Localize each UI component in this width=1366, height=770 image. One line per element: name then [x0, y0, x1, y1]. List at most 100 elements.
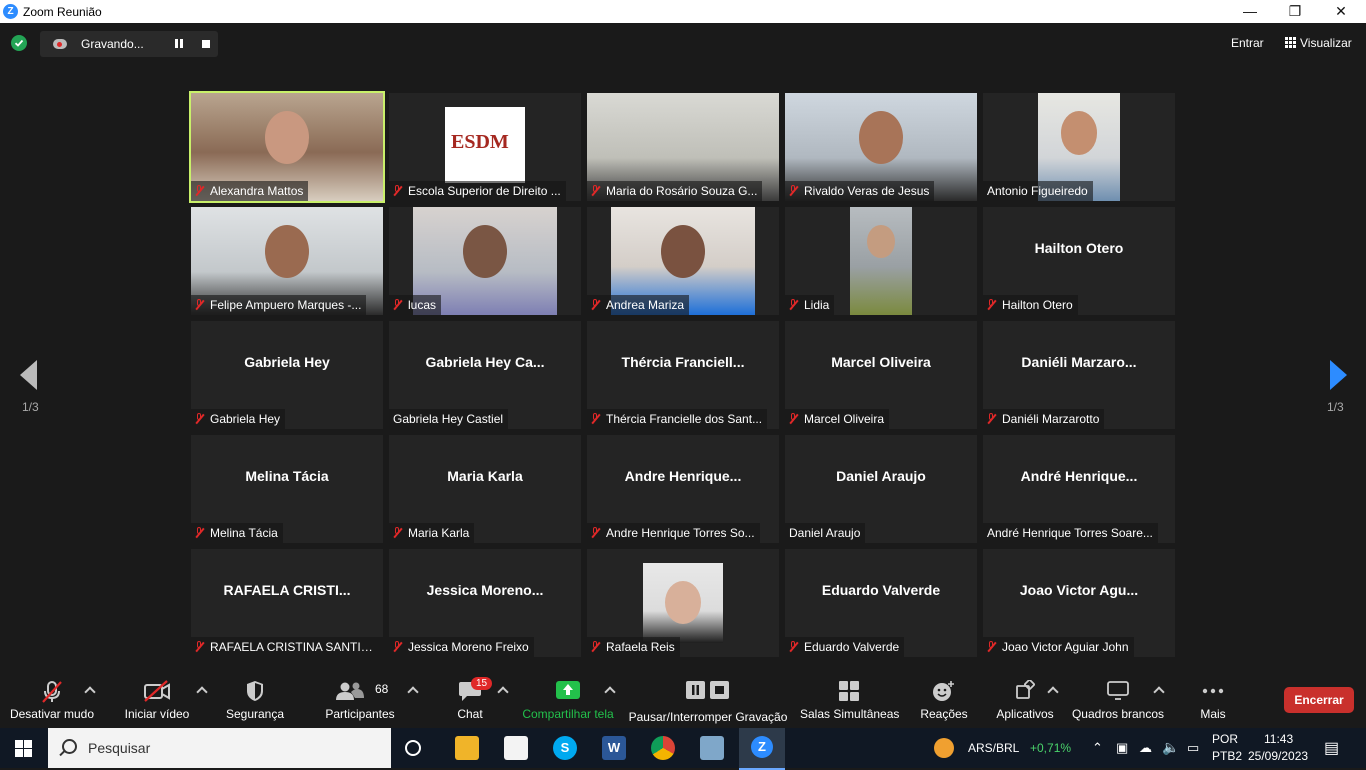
window-titlebar: Z Zoom Reunião — ❐ ✕	[0, 0, 1366, 23]
participant-display-name: RAFAELA CRISTI...	[223, 582, 351, 598]
participant-name: Gabriela Hey Castiel	[393, 412, 504, 426]
participant-tile[interactable]: RAFAELA CRISTI... RAFAELA CRISTINA SANTIA…	[191, 549, 383, 657]
participant-tile[interactable]: Eduardo Valverde Eduardo Valverde	[785, 549, 977, 657]
participant-tile[interactable]: Daniéli Marzaro... Daniéli Marzarotto	[983, 321, 1175, 429]
maximize-button[interactable]: ❐	[1272, 0, 1318, 23]
unmute-button[interactable]: Desativar mudo	[0, 670, 104, 728]
muted-mic-icon	[195, 413, 204, 424]
participant-name: Melina Tácia	[210, 526, 278, 540]
next-page-arrow-icon[interactable]	[1330, 360, 1347, 390]
chat-button[interactable]: 15 Chat	[440, 670, 500, 728]
reactions-button[interactable]: Reações	[915, 670, 973, 728]
participant-tile[interactable]: André Henrique... André Henrique Torres S…	[983, 435, 1175, 543]
participant-tile[interactable]: Lidia	[785, 207, 977, 315]
keyboard-layout[interactable]: PTB2	[1212, 749, 1242, 763]
enter-button[interactable]: Entrar	[1231, 36, 1264, 50]
security-shield-icon	[247, 681, 263, 701]
whiteboards-label: Quadros brancos	[1071, 707, 1165, 721]
participant-display-name: Gabriela Hey	[244, 354, 330, 370]
start-video-button[interactable]: Iniciar vídeo	[112, 670, 202, 728]
whiteboards-button[interactable]: Quadros brancos	[1068, 670, 1168, 728]
participant-display-name: Marcel Oliveira	[831, 354, 931, 370]
participant-name-label: Alexandra Mattos	[191, 181, 309, 201]
view-button[interactable]: Visualizar	[1285, 36, 1352, 50]
unmute-label: Desativar mudo	[9, 707, 95, 721]
reactions-label: Reações	[920, 707, 968, 721]
participant-tile[interactable]: Rafaela Reis	[587, 549, 779, 657]
media-app-icon[interactable]	[504, 736, 528, 760]
participant-tile[interactable]: Joao Victor Agu... Joao Victor Aguiar Joh…	[983, 549, 1175, 657]
search-placeholder: Pesquisar	[88, 740, 151, 756]
security-button[interactable]: Segurança	[220, 670, 290, 728]
share-screen-button[interactable]: Compartilhar tela	[518, 670, 618, 728]
pause-recording-icon[interactable]	[175, 39, 184, 49]
stop-recording-icon[interactable]	[202, 40, 210, 48]
participants-options-caret-icon[interactable]	[407, 686, 419, 698]
participant-tile[interactable]: Antonio Figueiredo	[983, 93, 1175, 201]
participant-name-label: Hailton Otero	[983, 295, 1078, 315]
pause-stop-recording-button[interactable]: Pausar/Interromper Gravação	[628, 670, 788, 728]
tray-chevron-icon[interactable]: ⌃	[1092, 740, 1103, 756]
participant-tile[interactable]: Gabriela Hey Gabriela Hey	[191, 321, 383, 429]
participant-face	[859, 111, 903, 164]
task-view-icon[interactable]	[405, 740, 421, 756]
participant-tile[interactable]: Melina Tácia Melina Tácia	[191, 435, 383, 543]
close-button[interactable]: ✕	[1318, 0, 1364, 23]
participants-button[interactable]: 68 Participantes	[322, 670, 398, 728]
encryption-shield-icon[interactable]	[11, 35, 27, 51]
breakout-rooms-button[interactable]: Salas Simultâneas	[800, 670, 900, 728]
participant-name-label: Joao Victor Aguiar John	[983, 637, 1134, 657]
participant-tile[interactable]: Alexandra Mattos	[189, 91, 385, 203]
cloud-recording-icon	[53, 39, 67, 49]
participant-tile[interactable]: Andrea Mariza	[587, 207, 779, 315]
clock-date[interactable]: 25/09/2023	[1248, 749, 1308, 763]
participant-name-label: Thércia Francielle dos Sant...	[587, 409, 768, 429]
windows-start-icon[interactable]	[15, 740, 32, 757]
participant-tile[interactable]: Rivaldo Veras de Jesus	[785, 93, 977, 201]
cloud-tray-icon[interactable]: ☁	[1139, 740, 1152, 756]
chrome-icon[interactable]	[651, 736, 675, 760]
participant-tile[interactable]: Jessica Moreno... Jessica Moreno Freixo	[389, 549, 581, 657]
participant-tile[interactable]: Gabriela Hey Ca... Gabriela Hey Castiel	[389, 321, 581, 429]
muted-mic-icon	[591, 299, 600, 310]
clock-time[interactable]: 11:43	[1264, 732, 1293, 746]
apps-button[interactable]: Aplicativos	[990, 670, 1060, 728]
paint-icon[interactable]	[700, 736, 724, 760]
pause-stop-icon	[686, 681, 729, 699]
participant-display-name: Eduardo Valverde	[821, 582, 941, 598]
meeting-topbar: Gravando... Entrar Visualizar	[0, 23, 1366, 65]
participant-tile[interactable]: Maria Karla Maria Karla	[389, 435, 581, 543]
participant-tile[interactable]: Marcel Oliveira Marcel Oliveira	[785, 321, 977, 429]
participant-name-label: Andre Henrique Torres So...	[587, 523, 760, 543]
participant-tile[interactable]: Felipe Ampuero Marques -...	[191, 207, 383, 315]
participant-name-label: lucas	[389, 295, 442, 315]
notifications-icon[interactable]: ▤	[1324, 738, 1339, 758]
participant-tile[interactable]: Maria do Rosário Souza G...	[587, 93, 779, 201]
previous-page-arrow-icon[interactable]	[20, 360, 37, 390]
more-button[interactable]: Mais	[1188, 670, 1238, 728]
participant-tile[interactable]: Andre Henrique... Andre Henrique Torres S…	[587, 435, 779, 543]
participant-name: Felipe Ampuero Marques -...	[210, 298, 362, 312]
taskbar-search-box[interactable]: Pesquisar	[48, 728, 391, 768]
breakout-rooms-label: Salas Simultâneas	[800, 707, 900, 721]
participant-tile[interactable]: lucas	[389, 207, 581, 315]
minimize-button[interactable]: —	[1227, 0, 1273, 23]
end-meeting-button[interactable]: Encerrar	[1284, 687, 1354, 713]
more-label: Mais	[1200, 707, 1226, 721]
participant-video	[643, 563, 723, 643]
battery-network-icon[interactable]: ▭	[1187, 740, 1199, 756]
file-explorer-icon[interactable]	[455, 736, 479, 760]
volume-icon[interactable]: 🔈	[1162, 739, 1179, 756]
muted-mic-icon	[789, 641, 798, 652]
language-code[interactable]: POR	[1212, 732, 1238, 746]
participant-tile[interactable]: Thércia Franciell... Thércia Francielle d…	[587, 321, 779, 429]
word-icon[interactable]: W	[602, 736, 626, 760]
skype-icon[interactable]: S	[553, 736, 577, 760]
zoom-taskbar-button[interactable]: Z	[739, 728, 785, 770]
meeting-tray-icon[interactable]: ▣	[1116, 740, 1128, 756]
participant-tile[interactable]: ESDM Escola Superior de Direito ...	[389, 93, 581, 201]
currency-widget-icon	[934, 738, 954, 758]
participant-tile[interactable]: Daniel Araujo Daniel Araujo	[785, 435, 977, 543]
ticker-symbol[interactable]: ARS/BRL	[968, 741, 1019, 755]
participant-tile[interactable]: Hailton Otero Hailton Otero	[983, 207, 1175, 315]
